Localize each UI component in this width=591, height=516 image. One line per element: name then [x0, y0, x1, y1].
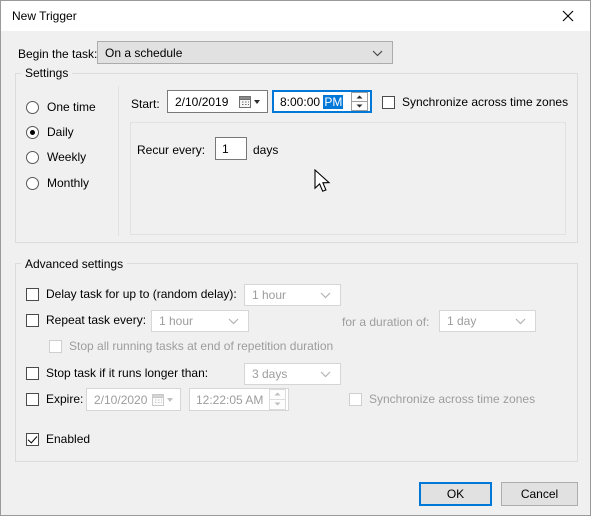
radio-monthly[interactable]: Monthly: [26, 176, 89, 190]
checkbox-mark: [349, 392, 362, 406]
expire-time-spinner[interactable]: [269, 389, 286, 410]
checkbox-mark: [26, 313, 39, 327]
cancel-button-label: Cancel: [520, 487, 559, 501]
advanced-settings-group-title: Advanced settings: [21, 257, 128, 271]
repeat-task-label: Repeat task every:: [46, 313, 147, 327]
radio-label: Monthly: [47, 176, 90, 190]
calendar-icon[interactable]: [239, 95, 261, 108]
duration-combo-value: 1 day: [447, 314, 477, 328]
radio-mark: [26, 176, 39, 190]
enabled-label: Enabled: [46, 432, 91, 446]
radio-label: Daily: [47, 125, 74, 139]
expire-label: Expire:: [46, 392, 84, 406]
checkbox-mark: [49, 339, 62, 353]
expire-time-value: 12:22:05 AM: [196, 392, 264, 407]
stop-all-tasks-checkbox[interactable]: Stop all running tasks at end of repetit…: [49, 339, 333, 353]
repeat-task-combo-value: 1 hour: [159, 314, 194, 328]
start-time-digits: 8:00:00: [280, 94, 324, 109]
calendar-icon[interactable]: [152, 393, 174, 406]
radio-daily[interactable]: Daily: [26, 125, 74, 139]
stop-task-checkbox[interactable]: Stop task if it runs longer than:: [26, 366, 208, 380]
start-time-value: 8:00:00 PM: [280, 94, 351, 109]
recur-every-label: Recur every:: [137, 143, 206, 157]
checkbox-mark: [26, 432, 39, 446]
start-date-picker[interactable]: 2/10/2019: [167, 90, 268, 113]
checkbox-mark: [382, 95, 395, 109]
spinner-down-icon[interactable]: [269, 399, 286, 410]
delay-task-combo[interactable]: 1 hour: [244, 284, 341, 306]
radio-mark: [26, 100, 39, 114]
repeat-task-checkbox[interactable]: Repeat task every:: [26, 313, 146, 327]
start-date-value: 2/10/2019: [175, 94, 229, 109]
radio-label: Weekly: [47, 150, 87, 164]
stop-task-label: Stop task if it runs longer than:: [46, 366, 209, 380]
start-label: Start:: [131, 97, 160, 111]
begin-task-combo-value: On a schedule: [105, 45, 183, 60]
checkbox-mark: [26, 366, 39, 380]
spinner-down-icon[interactable]: [351, 101, 368, 111]
start-time-spinner[interactable]: [351, 92, 368, 111]
recur-unit-label: days: [253, 143, 279, 157]
radio-mark: [26, 125, 39, 139]
stop-all-tasks-label: Stop all running tasks at end of repetit…: [69, 339, 334, 353]
close-button[interactable]: [545, 1, 590, 31]
ok-button-label: OK: [446, 487, 465, 501]
cancel-button[interactable]: Cancel: [501, 482, 578, 506]
recur-every-value: 1: [222, 141, 229, 156]
stop-task-combo-value: 3 days: [252, 367, 288, 381]
chevron-down-icon: [228, 314, 239, 328]
delay-task-checkbox[interactable]: Delay task for up to (random delay):: [26, 287, 237, 301]
sync-timezones-label: Synchronize across time zones: [402, 95, 569, 109]
window-title: New Trigger: [12, 9, 77, 23]
duration-label: for a duration of:: [342, 315, 430, 329]
start-time-meridiem: PM: [323, 94, 344, 109]
radio-label: One time: [47, 100, 96, 114]
radio-one-time[interactable]: One time: [26, 100, 96, 114]
radio-mark: [26, 150, 39, 164]
ok-button[interactable]: OK: [419, 482, 492, 506]
expire-time-field[interactable]: 12:22:05 AM: [189, 388, 289, 411]
new-trigger-dialog: New Trigger Begin the task: On a schedul…: [0, 0, 591, 516]
settings-group-title: Settings: [21, 66, 73, 80]
chevron-down-icon: [320, 288, 331, 302]
sync-timezones-checkbox[interactable]: Synchronize across time zones: [382, 95, 568, 109]
checkbox-mark: [26, 392, 39, 406]
chevron-down-icon: [320, 367, 331, 381]
checkbox-mark: [26, 287, 39, 301]
chevron-down-icon: [372, 46, 383, 60]
spinner-up-icon[interactable]: [351, 92, 368, 102]
begin-task-label: Begin the task:: [18, 47, 98, 61]
expire-sync-timezones-label: Synchronize across time zones: [369, 392, 536, 406]
chevron-down-icon: [515, 314, 526, 328]
expire-checkbox[interactable]: Expire:: [26, 392, 83, 406]
recurrence-panel: [130, 122, 566, 235]
enabled-checkbox[interactable]: Enabled: [26, 432, 90, 446]
repeat-task-combo[interactable]: 1 hour: [151, 310, 249, 332]
close-icon: [562, 10, 574, 22]
delay-task-label: Delay task for up to (random delay):: [46, 287, 237, 301]
expire-date-picker[interactable]: 2/10/2020: [86, 388, 181, 411]
radio-weekly[interactable]: Weekly: [26, 150, 86, 164]
begin-task-combo[interactable]: On a schedule: [97, 41, 393, 64]
spinner-up-icon[interactable]: [269, 389, 286, 400]
title-bar: New Trigger: [1, 1, 590, 32]
delay-task-combo-value: 1 hour: [252, 288, 287, 302]
expire-sync-timezones-checkbox[interactable]: Synchronize across time zones: [349, 392, 535, 406]
start-time-field[interactable]: 8:00:00 PM: [272, 90, 372, 113]
recur-every-input[interactable]: 1: [215, 137, 247, 160]
settings-divider: [118, 86, 119, 236]
duration-combo[interactable]: 1 day: [439, 310, 536, 332]
stop-task-combo[interactable]: 3 days: [244, 363, 341, 385]
expire-date-value: 2/10/2020: [94, 392, 148, 407]
